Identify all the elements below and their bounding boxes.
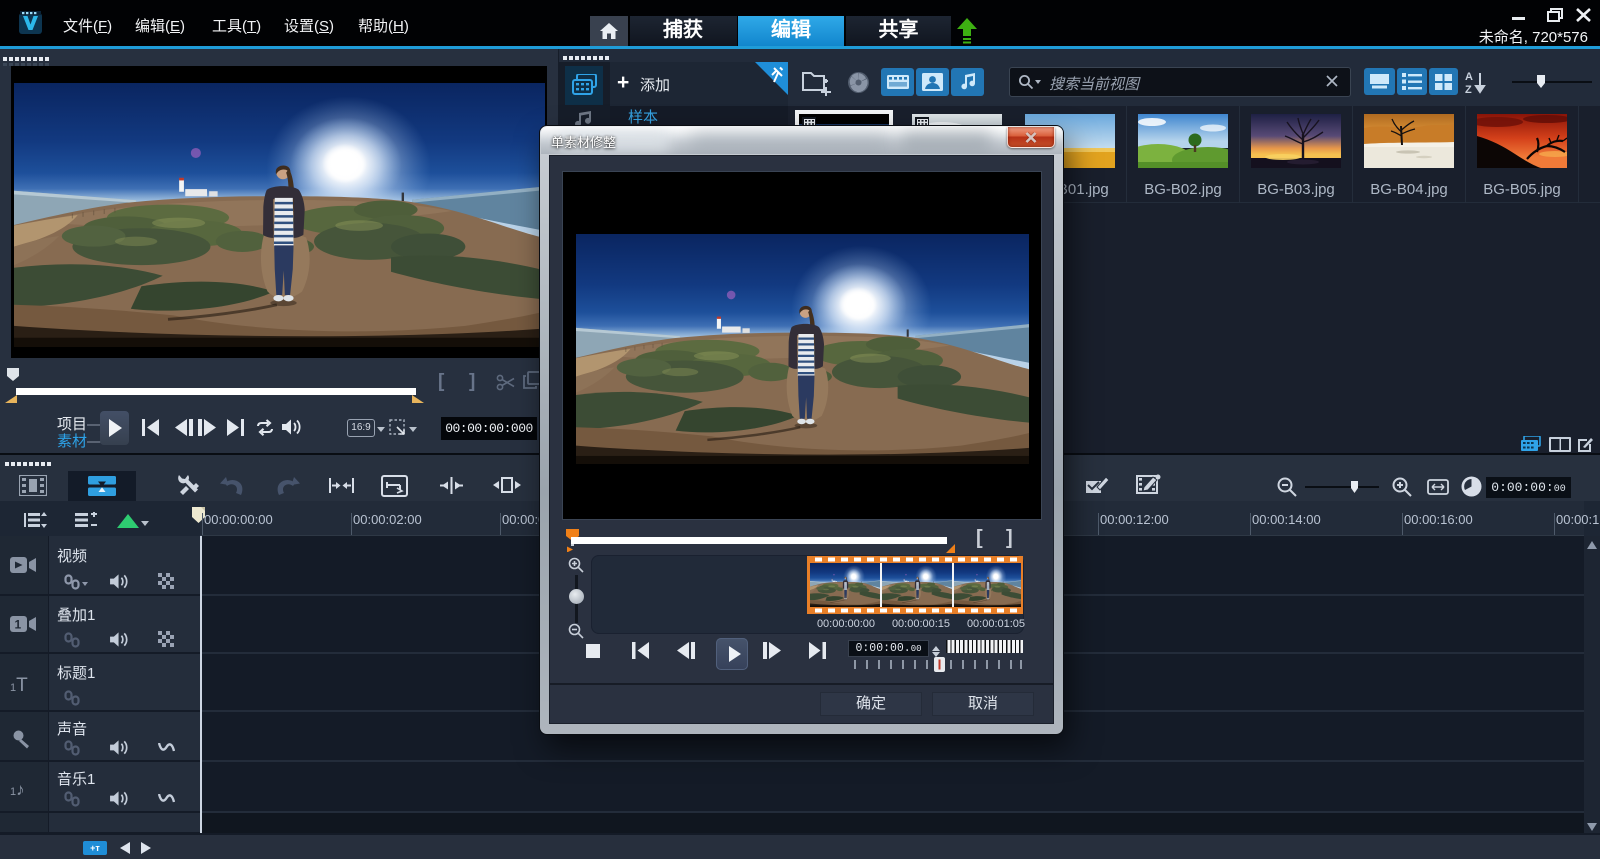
svg-text:A: A [1465,71,1473,83]
svg-text:Z: Z [1465,84,1472,95]
svg-text:1: 1 [15,617,22,631]
